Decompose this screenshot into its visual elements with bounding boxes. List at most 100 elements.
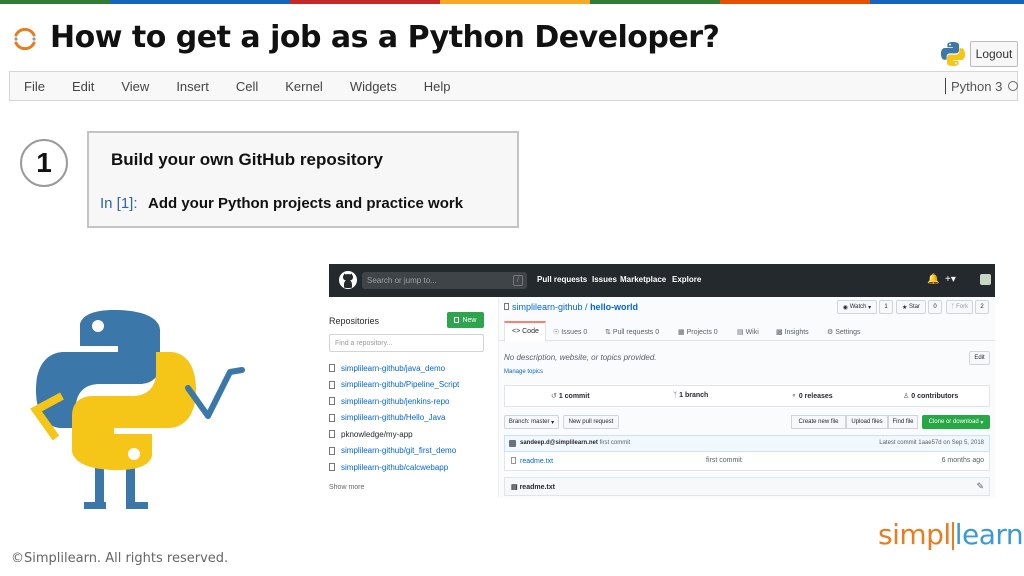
star-label: Star bbox=[909, 304, 921, 310]
strip-segment bbox=[290, 0, 440, 4]
menu-insert[interactable]: Insert bbox=[176, 79, 209, 94]
repo-name: simplilearn-github/jenkins-repo bbox=[341, 396, 450, 406]
repo-description: No description, website, or topics provi… bbox=[504, 353, 657, 362]
find-file-button[interactable]: Find file bbox=[888, 415, 918, 429]
tab-insights[interactable]: ▩ Insights bbox=[776, 328, 809, 336]
github-sidebar: Repositories New Find a repository... si… bbox=[329, 297, 499, 498]
nav-pull-requests[interactable]: Pull requests bbox=[537, 275, 587, 284]
commits-stat[interactable]: ↺ 1 commit bbox=[551, 392, 590, 400]
repo-link[interactable]: simplilearn-github/Pipeline_Script bbox=[329, 377, 459, 394]
nav-issues[interactable]: Issues bbox=[592, 275, 617, 284]
pencil-edit-icon[interactable]: ✎ bbox=[976, 481, 984, 492]
notebook-cell[interactable]: Build your own GitHub repository In [1]:… bbox=[87, 131, 519, 228]
menu-widgets[interactable]: Widgets bbox=[350, 79, 397, 94]
fork-button[interactable]: ᛉ Fork bbox=[946, 300, 973, 314]
simplilearn-logo: simpl learn bbox=[878, 518, 1024, 551]
repo-book-icon bbox=[329, 413, 335, 422]
repo-stats-bar: ↺ 1 commit ᛉ 1 branch ⚬ 0 releases ♙ 0 c… bbox=[504, 385, 990, 407]
repo-link[interactable]: simplilearn-github/calcwebapp bbox=[329, 459, 459, 476]
branch-label: Branch: master bbox=[508, 419, 550, 425]
logout-button[interactable]: Logout bbox=[970, 41, 1018, 67]
tab-insights-label: Insights bbox=[784, 329, 809, 336]
repo-book-icon bbox=[504, 303, 509, 310]
github-screenshot: Search or jump to... / Pull requests Iss… bbox=[329, 264, 995, 498]
strip-segment bbox=[590, 0, 720, 4]
plus-dropdown-icon[interactable]: +▾ bbox=[945, 274, 956, 286]
github-search-input[interactable]: Search or jump to... / bbox=[362, 272, 527, 289]
commits-stat-label: 1 commit bbox=[558, 393, 590, 400]
search-placeholder: Search or jump to... bbox=[367, 276, 437, 285]
search-shortcut-key: / bbox=[513, 275, 523, 286]
file-row[interactable]: readme.txt first commit 6 months ago bbox=[504, 452, 990, 471]
step-number-badge: 1 bbox=[20, 139, 68, 187]
repo-link[interactable]: simplilearn-github/jenkins-repo bbox=[329, 393, 459, 410]
repo-book-icon bbox=[329, 380, 335, 389]
watch-button[interactable]: ◉ Watch ▾ bbox=[837, 300, 877, 314]
readme-icon: ▤ bbox=[511, 484, 518, 491]
menu-file[interactable]: File bbox=[24, 79, 45, 94]
repo-link[interactable]: simplilearn-github/java_demo bbox=[329, 360, 459, 377]
repo-name-link[interactable]: hello-world bbox=[590, 302, 638, 312]
releases-stat-label: 0 releases bbox=[798, 393, 833, 400]
python-mascot-illustration bbox=[30, 310, 245, 509]
fork-count: 2 bbox=[975, 300, 989, 314]
commit-message: first commit bbox=[599, 440, 631, 446]
menu-edit[interactable]: Edit bbox=[72, 79, 94, 94]
upload-files-button[interactable]: Upload files bbox=[846, 415, 888, 429]
strip-segment bbox=[440, 0, 590, 4]
tab-pull-requests[interactable]: ⇅ Pull requests 0 bbox=[605, 328, 659, 336]
tab-wiki[interactable]: ▤ Wiki bbox=[737, 328, 759, 336]
tab-projects[interactable]: ▦ Projects 0 bbox=[678, 328, 718, 336]
latest-commit-info: Latest commit 1aae57d on Sep 5, 2018 bbox=[879, 440, 984, 446]
strip-segment bbox=[870, 0, 1024, 4]
edit-description-button[interactable]: Edit bbox=[969, 351, 990, 365]
branches-stat-label: 1 branch bbox=[679, 392, 709, 399]
tab-settings[interactable]: ⚙ Settings bbox=[827, 328, 861, 336]
nav-explore[interactable]: Explore bbox=[672, 275, 701, 284]
python-logo-icon bbox=[941, 42, 965, 66]
tab-settings-label: Settings bbox=[835, 329, 861, 336]
github-header: Search or jump to... / Pull requests Iss… bbox=[329, 264, 995, 297]
repo-book-icon bbox=[329, 397, 335, 406]
tab-code-label: Code bbox=[522, 328, 539, 335]
new-pull-request-button[interactable]: New pull request bbox=[563, 415, 619, 429]
menu-help[interactable]: Help bbox=[424, 79, 451, 94]
top-color-strip bbox=[0, 0, 1024, 4]
kernel-indicator: Python 3 bbox=[945, 78, 1019, 94]
repo-link[interactable]: pknowledge/my-app bbox=[329, 426, 459, 443]
branch-selector[interactable]: Branch: master ▾ bbox=[504, 415, 559, 429]
tab-issues-label: Issues 0 bbox=[561, 329, 588, 336]
repo-link[interactable]: simplilearn-github/git_first_demo bbox=[329, 443, 459, 460]
repo-book-icon bbox=[329, 430, 335, 439]
branches-stat[interactable]: ᛉ 1 branch bbox=[673, 392, 708, 399]
repo-owner-link[interactable]: simplilearn-github bbox=[512, 302, 583, 312]
github-octocat-icon[interactable] bbox=[338, 270, 358, 290]
bell-icon[interactable]: 🔔 bbox=[927, 274, 939, 286]
menu-view[interactable]: View bbox=[121, 79, 149, 94]
new-repo-button[interactable]: New bbox=[447, 312, 484, 328]
tab-wiki-label: Wiki bbox=[745, 329, 759, 336]
kernel-idle-icon bbox=[1008, 81, 1019, 91]
cell-heading: Build your own GitHub repository bbox=[111, 150, 383, 169]
tab-issues[interactable]: ☉ Issues 0 bbox=[553, 328, 587, 336]
copyright-text: ©Simplilearn. All rights reserved. bbox=[11, 551, 229, 566]
clone-download-button[interactable]: Clone or download ▾ bbox=[922, 415, 990, 429]
repo-link[interactable]: simplilearn-github/Hello_Java bbox=[329, 410, 459, 427]
contributors-stat[interactable]: ♙ 0 contributors bbox=[903, 392, 958, 400]
user-avatar[interactable] bbox=[980, 274, 991, 285]
releases-stat[interactable]: ⚬ 0 releases bbox=[791, 392, 833, 400]
nav-marketplace[interactable]: Marketplace bbox=[620, 275, 666, 284]
file-name[interactable]: readme.txt bbox=[511, 457, 553, 465]
manage-topics-link[interactable]: Manage topics bbox=[504, 369, 543, 375]
find-repository-input[interactable]: Find a repository... bbox=[329, 334, 484, 352]
star-button[interactable]: ★ Star bbox=[896, 300, 926, 314]
tab-code[interactable]: <> Code bbox=[512, 328, 539, 335]
file-commit-message: first commit bbox=[706, 457, 742, 464]
menu-cell[interactable]: Cell bbox=[236, 79, 258, 94]
repo-book-icon bbox=[329, 463, 335, 472]
readme-label-text: readme.txt bbox=[519, 484, 555, 491]
menu-kernel[interactable]: Kernel bbox=[285, 79, 323, 94]
show-more-link[interactable]: Show more bbox=[329, 484, 364, 491]
create-new-file-button[interactable]: Create new file bbox=[791, 415, 846, 429]
commit-author-email[interactable]: sandeep.d@simplilearn.net bbox=[520, 440, 598, 446]
